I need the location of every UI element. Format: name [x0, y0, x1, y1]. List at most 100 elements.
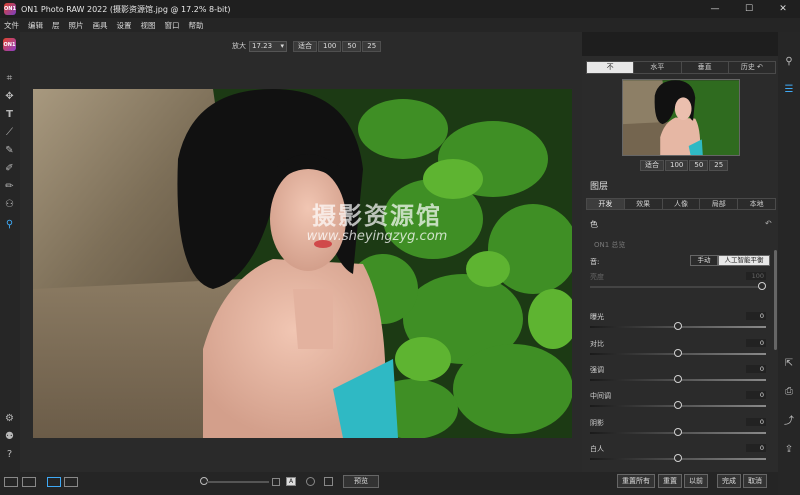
compare-view-icon[interactable]: [64, 477, 78, 487]
slider-value[interactable]: 0: [746, 444, 766, 452]
slider-name: 亮度: [590, 273, 604, 281]
tab-local-2[interactable]: 本地: [738, 199, 775, 209]
previous-button[interactable]: 以前: [684, 474, 708, 488]
menu-file[interactable]: 文件: [4, 20, 19, 31]
slider-value[interactable]: 0: [746, 418, 766, 426]
navigator-thumbnail[interactable]: [622, 79, 740, 156]
nav-25-button[interactable]: 25: [709, 160, 729, 171]
tab-none[interactable]: 不: [587, 62, 635, 73]
slider-brightness[interactable]: 亮度 100: [590, 272, 768, 294]
menu-layer[interactable]: 层: [52, 20, 60, 31]
export-icon[interactable]: ⇱: [783, 358, 795, 370]
nav-50-button[interactable]: 50: [689, 160, 709, 171]
main-photo[interactable]: [33, 89, 572, 438]
slider-contrast[interactable]: 对比 0: [590, 339, 768, 361]
browse-module-icon[interactable]: ⚲: [783, 56, 795, 68]
tone-ai-button[interactable]: 人工智能平衡: [718, 255, 770, 266]
masking-brush-icon[interactable]: ✎: [3, 144, 16, 157]
slider-knob[interactable]: [674, 428, 682, 436]
reset-button[interactable]: 重置: [658, 474, 682, 488]
preview-button[interactable]: 预览: [343, 475, 379, 488]
retouch-brush-icon[interactable]: ✏: [3, 180, 16, 193]
right-module-strip: ⚲ ☰ ⇱ ⎙ ⤴ ⇪: [778, 32, 800, 495]
tab-vertical[interactable]: 垂直: [682, 62, 729, 73]
zoom-25-button[interactable]: 25: [362, 40, 382, 52]
on1-browse-icon[interactable]: ON1: [3, 38, 16, 51]
slider-value[interactable]: 0: [746, 339, 766, 347]
menu-help[interactable]: 帮助: [189, 20, 204, 31]
mask-view-icon[interactable]: [324, 477, 333, 486]
zoom-tool-icon[interactable]: ⚲: [3, 218, 16, 231]
slider-value[interactable]: 0: [746, 391, 766, 399]
move-icon[interactable]: ✥: [3, 90, 16, 103]
share-icon[interactable]: ⤴: [783, 416, 795, 428]
slider-value[interactable]: 0: [746, 365, 766, 373]
background-slider[interactable]: [207, 481, 269, 483]
slider-name: 曝光: [590, 313, 604, 321]
slider-midtones[interactable]: 中间调 0: [590, 391, 768, 413]
help-icon[interactable]: ?: [3, 448, 16, 461]
zoom-100-button[interactable]: 100: [318, 40, 342, 52]
zoom-fit-button[interactable]: 适合: [293, 40, 317, 52]
tab-history[interactable]: 历史 ↶: [729, 62, 775, 73]
tone-manual-button[interactable]: 手动: [690, 255, 718, 266]
slider-whites[interactable]: 白人 0: [590, 444, 768, 466]
tab-local[interactable]: 局部: [700, 199, 739, 209]
filmstrip-icon[interactable]: [4, 477, 18, 487]
zoom-value-input[interactable]: 17.23 ▾: [249, 40, 287, 52]
slider-highlights[interactable]: 强调 0: [590, 365, 768, 387]
tab-portrait[interactable]: 人像: [663, 199, 701, 209]
white-bg-icon[interactable]: [272, 478, 280, 486]
slider-knob[interactable]: [674, 375, 682, 383]
overlay-icon[interactable]: [306, 477, 315, 486]
slider-knob[interactable]: [674, 401, 682, 409]
print-icon[interactable]: ⎙: [783, 386, 795, 398]
slider-knob[interactable]: [758, 282, 766, 290]
menu-edit[interactable]: 编辑: [28, 20, 43, 31]
maximize-button[interactable]: ☐: [732, 0, 766, 18]
single-view-icon[interactable]: [47, 477, 61, 487]
menu-mask[interactable]: 画具: [93, 20, 108, 31]
grid-view-icon[interactable]: [22, 477, 36, 487]
slider-exposure[interactable]: 曝光 0: [590, 312, 768, 334]
minimize-button[interactable]: —: [698, 0, 732, 18]
slider-knob[interactable]: [674, 322, 682, 330]
nav-100-button[interactable]: 100: [665, 160, 689, 171]
slider-value[interactable]: 100: [746, 272, 766, 280]
window-title: ON1 Photo RAW 2022 (摄影资源馆.jpg @ 17.2% 8-…: [21, 4, 231, 14]
panel-scrollbar[interactable]: [774, 250, 777, 350]
reset-all-button[interactable]: 重置所有: [617, 474, 655, 488]
text-icon[interactable]: T: [3, 108, 16, 121]
zoom-toolbar: 放大 17.23 ▾ 适合 100 50 25: [232, 40, 382, 52]
tab-effects[interactable]: 效果: [625, 199, 663, 209]
menu-bar: 文件 编辑 层 照片 画具 设置 视图 窗口 帮助: [0, 18, 800, 32]
tab-horizontal[interactable]: 水平: [634, 62, 682, 73]
undo-icon[interactable]: ↶: [765, 219, 772, 228]
crop-icon[interactable]: ⌗: [3, 72, 16, 85]
slider-name: 强调: [590, 366, 604, 374]
hand-settings-icon[interactable]: ⚙: [3, 412, 16, 425]
edit-module-icon[interactable]: ☰: [783, 84, 795, 96]
slider-shadows[interactable]: 阴影 0: [590, 418, 768, 440]
done-button[interactable]: 完成: [717, 474, 741, 488]
menu-view[interactable]: 视图: [141, 20, 156, 31]
menu-window[interactable]: 窗口: [165, 20, 180, 31]
slider-track[interactable]: [590, 286, 766, 288]
people-icon[interactable]: ⚉: [3, 430, 16, 443]
slider-knob[interactable]: [674, 349, 682, 357]
clone-icon[interactable]: ⚇: [3, 198, 16, 211]
watermark-title: 摄影资源馆: [312, 202, 442, 230]
tab-develop[interactable]: 开发: [587, 199, 625, 209]
close-button[interactable]: ✕: [766, 0, 800, 18]
slider-value[interactable]: 0: [746, 312, 766, 320]
send-icon[interactable]: ⇪: [783, 444, 795, 456]
menu-photo[interactable]: 照片: [69, 20, 84, 31]
brush-icon[interactable]: ⟋: [3, 126, 16, 139]
cancel-button[interactable]: 取消: [743, 474, 767, 488]
zoom-50-button[interactable]: 50: [342, 40, 362, 52]
refine-brush-icon[interactable]: ✐: [3, 162, 16, 175]
slider-knob[interactable]: [674, 454, 682, 462]
auto-icon[interactable]: A: [286, 477, 296, 486]
menu-settings[interactable]: 设置: [117, 20, 132, 31]
nav-fit-button[interactable]: 适合: [640, 160, 664, 171]
